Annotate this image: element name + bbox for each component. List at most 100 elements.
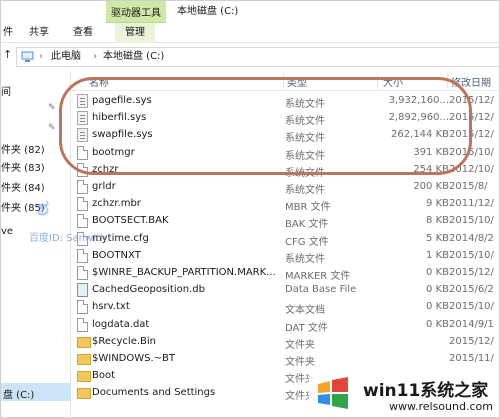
sidebar-item-folder-84[interactable]: 件夹 (84) bbox=[1, 179, 45, 194]
context-tab-drive-tools[interactable]: 驱动器工具 bbox=[106, 1, 166, 23]
breadcrumb-separator-icon: › bbox=[39, 51, 43, 62]
file-row[interactable]: BOOTSECT.BAK BAK 文件 8 KB 2015/10/ bbox=[71, 213, 499, 231]
column-divider[interactable] bbox=[283, 73, 284, 89]
file-date: 2015/12/ bbox=[449, 112, 494, 124]
file-name: zchzr.mbr bbox=[92, 198, 141, 210]
file-date: 2015/10/ bbox=[449, 301, 494, 313]
file-type: 文本文档 bbox=[285, 305, 325, 317]
watermark-logo-icon: ಶ bbox=[37, 195, 50, 221]
file-date: 2014/8/2 bbox=[449, 232, 494, 244]
file-type: 文件夹 bbox=[285, 357, 315, 368]
file-date: 2015/12/ bbox=[449, 129, 494, 141]
system-file-icon bbox=[77, 128, 88, 143]
file-icon bbox=[77, 317, 88, 332]
file-name: $WINDOWS.~BT bbox=[92, 353, 176, 364]
column-header-date[interactable]: 修改日期 bbox=[451, 74, 491, 89]
address-bar[interactable]: › 此电脑 › 本地磁盘 (C:) bbox=[16, 47, 499, 67]
file-date: 2015/12/ bbox=[449, 335, 494, 347]
file-size: 0 KB bbox=[426, 318, 449, 330]
file-date: 2015/12/ bbox=[449, 267, 494, 278]
tab-file[interactable]: 件 bbox=[3, 23, 13, 43]
watermark-text: 百度ID: Sanwith bbox=[29, 233, 107, 244]
file-row[interactable]: grldr 系统文件 200 KB 2015/8/ bbox=[71, 179, 499, 196]
file-name: mytime.cfg bbox=[92, 232, 149, 244]
file-icon bbox=[77, 180, 88, 194]
column-divider[interactable] bbox=[447, 73, 448, 89]
file-row[interactable]: zchzr.mbr MBR 文件 9 KB 2011/12/ bbox=[71, 196, 499, 213]
file-date: 2015/8/ bbox=[449, 181, 488, 192]
sidebar-item-drive[interactable]: ve bbox=[1, 226, 13, 237]
file-size: 0 KB bbox=[426, 301, 449, 313]
file-type: BAK 文件 bbox=[285, 219, 329, 231]
column-divider[interactable] bbox=[377, 73, 378, 89]
sidebar-item-label: 盘 (C:) bbox=[3, 390, 35, 401]
folder-icon bbox=[77, 354, 91, 365]
computer-icon bbox=[21, 48, 35, 66]
explorer-window: 驱动器工具 本地磁盘 (C:) 件 共享 查看 管理 ↑ › 此电脑 › 本地磁… bbox=[0, 0, 500, 418]
file-type: Data Base File bbox=[285, 284, 357, 296]
file-name: CachedGeoposition.db bbox=[92, 284, 205, 296]
file-size: 200 KB bbox=[413, 181, 449, 192]
file-size: 5 KB bbox=[426, 232, 449, 244]
file-size: 0 KB bbox=[426, 284, 449, 296]
tab-manage[interactable]: 管理 bbox=[115, 23, 155, 43]
file-icon bbox=[77, 248, 88, 263]
file-size: 2,892,960... bbox=[388, 112, 449, 124]
file-size: 1 KB bbox=[426, 249, 449, 261]
file-name: BOOTNXT bbox=[92, 249, 141, 261]
file-name: logdata.dat bbox=[92, 318, 150, 330]
sidebar-item-local-disk-selected[interactable]: 盘 (C:) bbox=[1, 383, 71, 401]
file-row[interactable]: hiberfil.sys 系统文件 2,892,960... 2015/12/ bbox=[71, 110, 499, 128]
file-row[interactable]: zchzr 系统文件 254 KB 2012/10/ bbox=[71, 162, 499, 179]
file-date: 2015/12/ bbox=[449, 95, 494, 106]
file-row[interactable]: $WINRE_BACKUP_PARTITION.MARK... MARKER 文件… bbox=[71, 265, 499, 282]
file-icon bbox=[77, 145, 88, 160]
sidebar-item-quick-access[interactable]: 间 bbox=[1, 83, 11, 98]
tab-view[interactable]: 查看 bbox=[73, 23, 93, 43]
breadcrumb-separator-icon: › bbox=[93, 51, 97, 62]
file-row[interactable]: $Recycle.Bin 文件夹 2015/12/ bbox=[71, 334, 499, 351]
breadcrumb-this-pc[interactable]: 此电脑 bbox=[51, 48, 81, 66]
ribbon-tabs: 件 共享 查看 管理 bbox=[1, 23, 499, 43]
breadcrumb-local-disk[interactable]: 本地磁盘 (C:) bbox=[103, 48, 164, 66]
file-type: 系统文件 bbox=[285, 167, 325, 179]
column-header-name[interactable]: 名称 bbox=[89, 74, 109, 89]
file-date: 2015/6/2 bbox=[449, 284, 494, 296]
file-size: 391 KB bbox=[413, 146, 449, 158]
brand-name: win11系统之家 bbox=[363, 381, 489, 401]
file-row[interactable]: mytime.cfg CFG 文件 5 KB 2014/8/2 bbox=[71, 231, 499, 248]
folder-icon bbox=[77, 388, 91, 400]
pin-icon: ✎ bbox=[48, 103, 56, 113]
file-name: bootmgr bbox=[92, 146, 135, 158]
file-name: BOOTSECT.BAK bbox=[92, 215, 169, 227]
tab-share[interactable]: 共享 bbox=[29, 23, 49, 43]
file-row[interactable]: CachedGeoposition.db Data Base File 0 KB 20… bbox=[71, 282, 499, 299]
file-size: 3,932,160... bbox=[388, 95, 449, 106]
file-name: $WINRE_BACKUP_PARTITION.MARK... bbox=[92, 267, 276, 278]
file-date: 2014/9/1 bbox=[449, 318, 494, 330]
file-row[interactable]: logdata.dat DAT 文件 0 KB 2014/9/1 bbox=[71, 317, 499, 334]
up-arrow-icon[interactable]: ↑ bbox=[3, 48, 12, 61]
file-row[interactable]: $WINDOWS.~BT 文件夹 2015/11/ bbox=[71, 351, 499, 368]
file-row[interactable]: bootmgr 系统文件 391 KB 2015/10/ bbox=[71, 145, 499, 162]
file-type: 系统文件 bbox=[285, 253, 325, 265]
file-row[interactable]: pagefile.sys 系统文件 3,932,160... 2015/12/ bbox=[71, 93, 499, 110]
file-row[interactable]: swapfile.sys 系统文件 262,144 KB 2015/12/ bbox=[71, 127, 499, 144]
sidebar-item-folder-83[interactable]: 件夹 (83) bbox=[1, 159, 45, 174]
file-name: hiberfil.sys bbox=[92, 112, 147, 124]
file-row[interactable]: hsrv.txt 文本文档 0 KB 2015/10/ bbox=[71, 299, 499, 317]
system-file-icon bbox=[77, 94, 88, 108]
sidebar-item-folder-82[interactable]: 件夹 (82) bbox=[1, 141, 45, 156]
column-header-size[interactable]: 大小 bbox=[383, 74, 403, 89]
file-type: 系统文件 bbox=[285, 116, 325, 128]
folder-icon bbox=[77, 336, 91, 348]
pin-icon: ✎ bbox=[48, 123, 56, 133]
column-header-type[interactable]: 类型 bbox=[287, 74, 307, 89]
watermark-left: ಶ 百度ID: Sanwith bbox=[27, 195, 117, 245]
file-icon bbox=[77, 162, 88, 177]
file-name: zchzr bbox=[92, 163, 119, 175]
file-name: $Recycle.Bin bbox=[92, 335, 157, 347]
file-type: 系统文件 bbox=[285, 150, 325, 162]
file-row[interactable]: BOOTNXT 系统文件 1 KB 2015/10/ bbox=[71, 248, 499, 265]
window-title: 本地磁盘 (C:) bbox=[177, 6, 239, 17]
